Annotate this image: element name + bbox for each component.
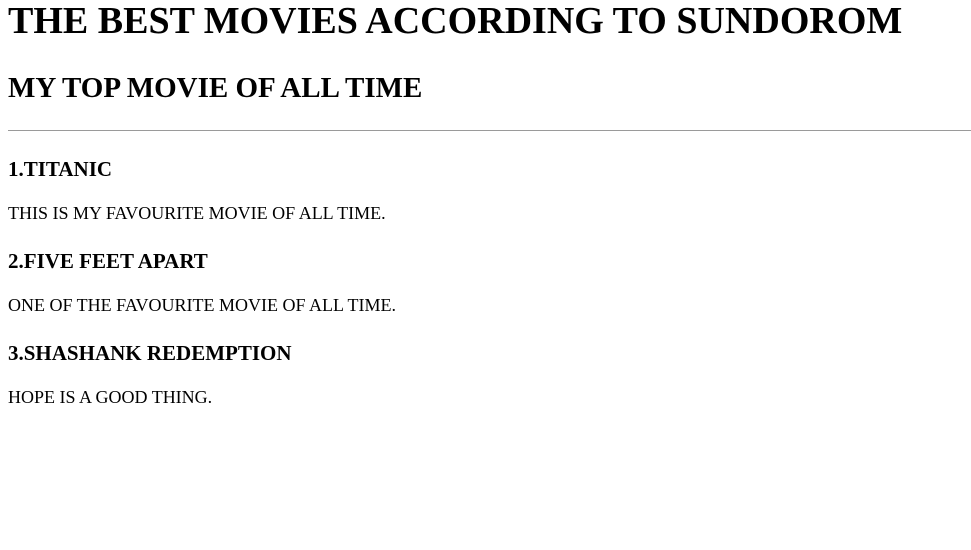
movie-description-3: HOPE IS A GOOD THING. (8, 387, 213, 407)
section-title: MY TOP MOVIE OF ALL TIME (8, 72, 423, 104)
movie-title-2: 2.FIVE FEET APART (8, 249, 208, 273)
movie-description-2: ONE OF THE FAVOURITE MOVIE OF ALL TIME. (8, 295, 397, 315)
page-title: THE BEST MOVIES ACCORDING TO SUNDOROM (8, 0, 903, 42)
movie-title-3: 3.SHASHANK REDEMPTION (8, 341, 292, 365)
movie-list: 1.TITANIC THIS IS MY FAVOURITE MOVIE OF … (8, 157, 963, 407)
divider (8, 130, 971, 131)
movie-description-1: THIS IS MY FAVOURITE MOVIE OF ALL TIME. (8, 203, 386, 223)
movie-title-1: 1.TITANIC (8, 157, 113, 181)
page: THE BEST MOVIES ACCORDING TO SUNDOROM MY… (0, 0, 971, 550)
